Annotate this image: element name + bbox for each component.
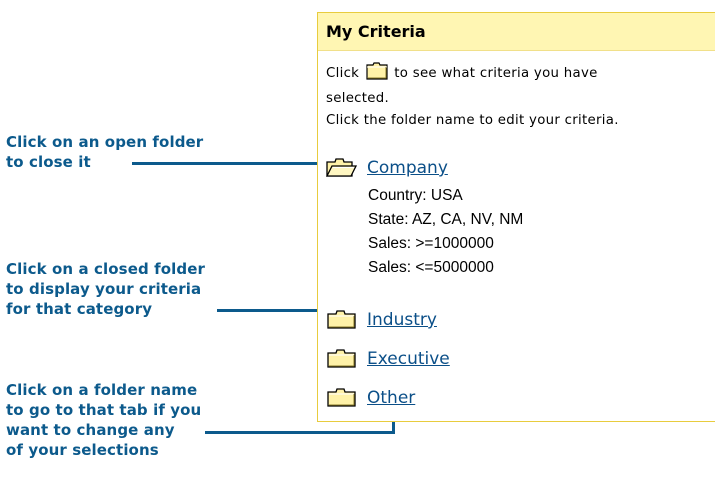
my-criteria-panel: My Criteria Click to see what criteria y… (317, 12, 715, 422)
callout-line: to go to that tab if you (6, 401, 202, 419)
open-folder-icon[interactable] (325, 158, 358, 178)
callout-line: Click on an open folder (6, 133, 204, 151)
panel-header: My Criteria (318, 13, 715, 51)
callout-connector (132, 162, 318, 165)
closed-folder-icon[interactable] (326, 349, 357, 369)
folder-row-executive: Executive (326, 347, 450, 371)
callout-connector (205, 431, 395, 434)
folder-row-company: Company (325, 156, 448, 180)
closed-folder-icon[interactable] (326, 310, 357, 330)
criteria-item: Sales: >=1000000 (368, 235, 494, 252)
criteria-item: State: AZ, CA, NV, NM (368, 211, 524, 228)
callout-line: for that category (6, 300, 153, 318)
folder-link-industry[interactable]: Industry (367, 310, 437, 330)
folder-link-executive[interactable]: Executive (367, 349, 450, 369)
panel-title: My Criteria (326, 22, 426, 41)
folder-link-other[interactable]: Other (367, 388, 415, 408)
closed-folder-icon (366, 62, 388, 88)
criteria-item: Country: USA (368, 187, 463, 204)
instruction-text: Click the folder name to edit your crite… (326, 113, 619, 128)
folder-link-company[interactable]: Company (367, 158, 448, 178)
callout-open-folder: Click on an open folder to close it (6, 132, 203, 172)
instruction-text: selected. (326, 91, 390, 106)
folder-row-other: Other (326, 386, 415, 410)
callout-line: Click on a closed folder (6, 260, 206, 278)
callout-line: want to change any (6, 421, 175, 439)
callout-connector (217, 309, 318, 312)
criteria-item: Sales: <=5000000 (368, 259, 494, 276)
instruction-text: to see what criteria you have (394, 66, 598, 81)
callout-line: to display your criteria (6, 280, 202, 298)
folder-row-industry: Industry (326, 308, 437, 332)
company-criteria-list: Country: USA State: AZ, CA, NV, NM Sales… (368, 184, 523, 280)
instruction-text: Click (326, 66, 360, 81)
callout-line: of your selections (6, 441, 159, 459)
instructions: Click to see what criteria you have sele… (326, 62, 619, 132)
callout-line: Click on a folder name (6, 381, 198, 399)
callout-closed-folder: Click on a closed folder to display your… (6, 259, 205, 319)
closed-folder-icon[interactable] (326, 388, 357, 408)
callout-folder-name: Click on a folder name to go to that tab… (6, 380, 201, 460)
